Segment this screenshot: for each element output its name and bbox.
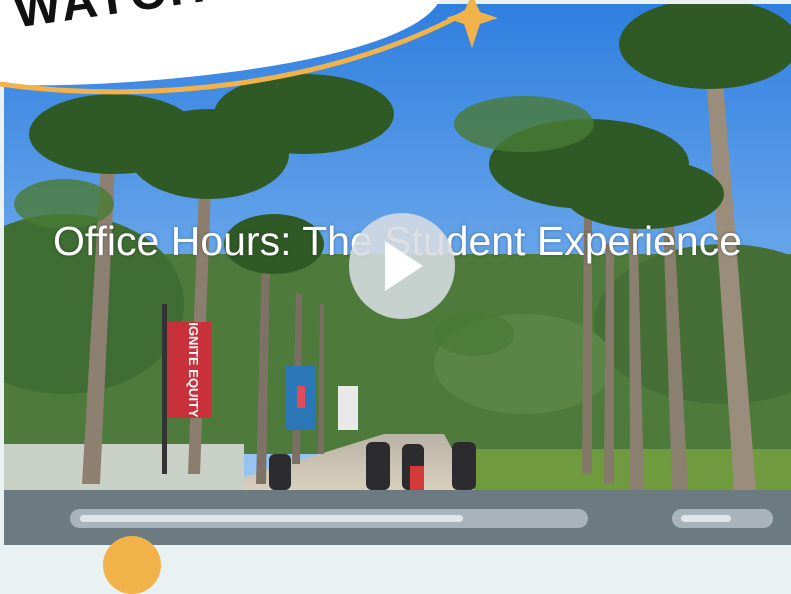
star-icon xyxy=(446,0,498,48)
volume-fill xyxy=(681,515,731,522)
play-button[interactable] xyxy=(349,213,455,319)
progress-bar[interactable] xyxy=(70,509,588,528)
play-icon xyxy=(385,241,423,291)
progress-fill xyxy=(80,515,463,522)
red-banner-text: IGNITE EQUITY xyxy=(186,322,201,418)
volume-slider[interactable] xyxy=(672,509,773,528)
